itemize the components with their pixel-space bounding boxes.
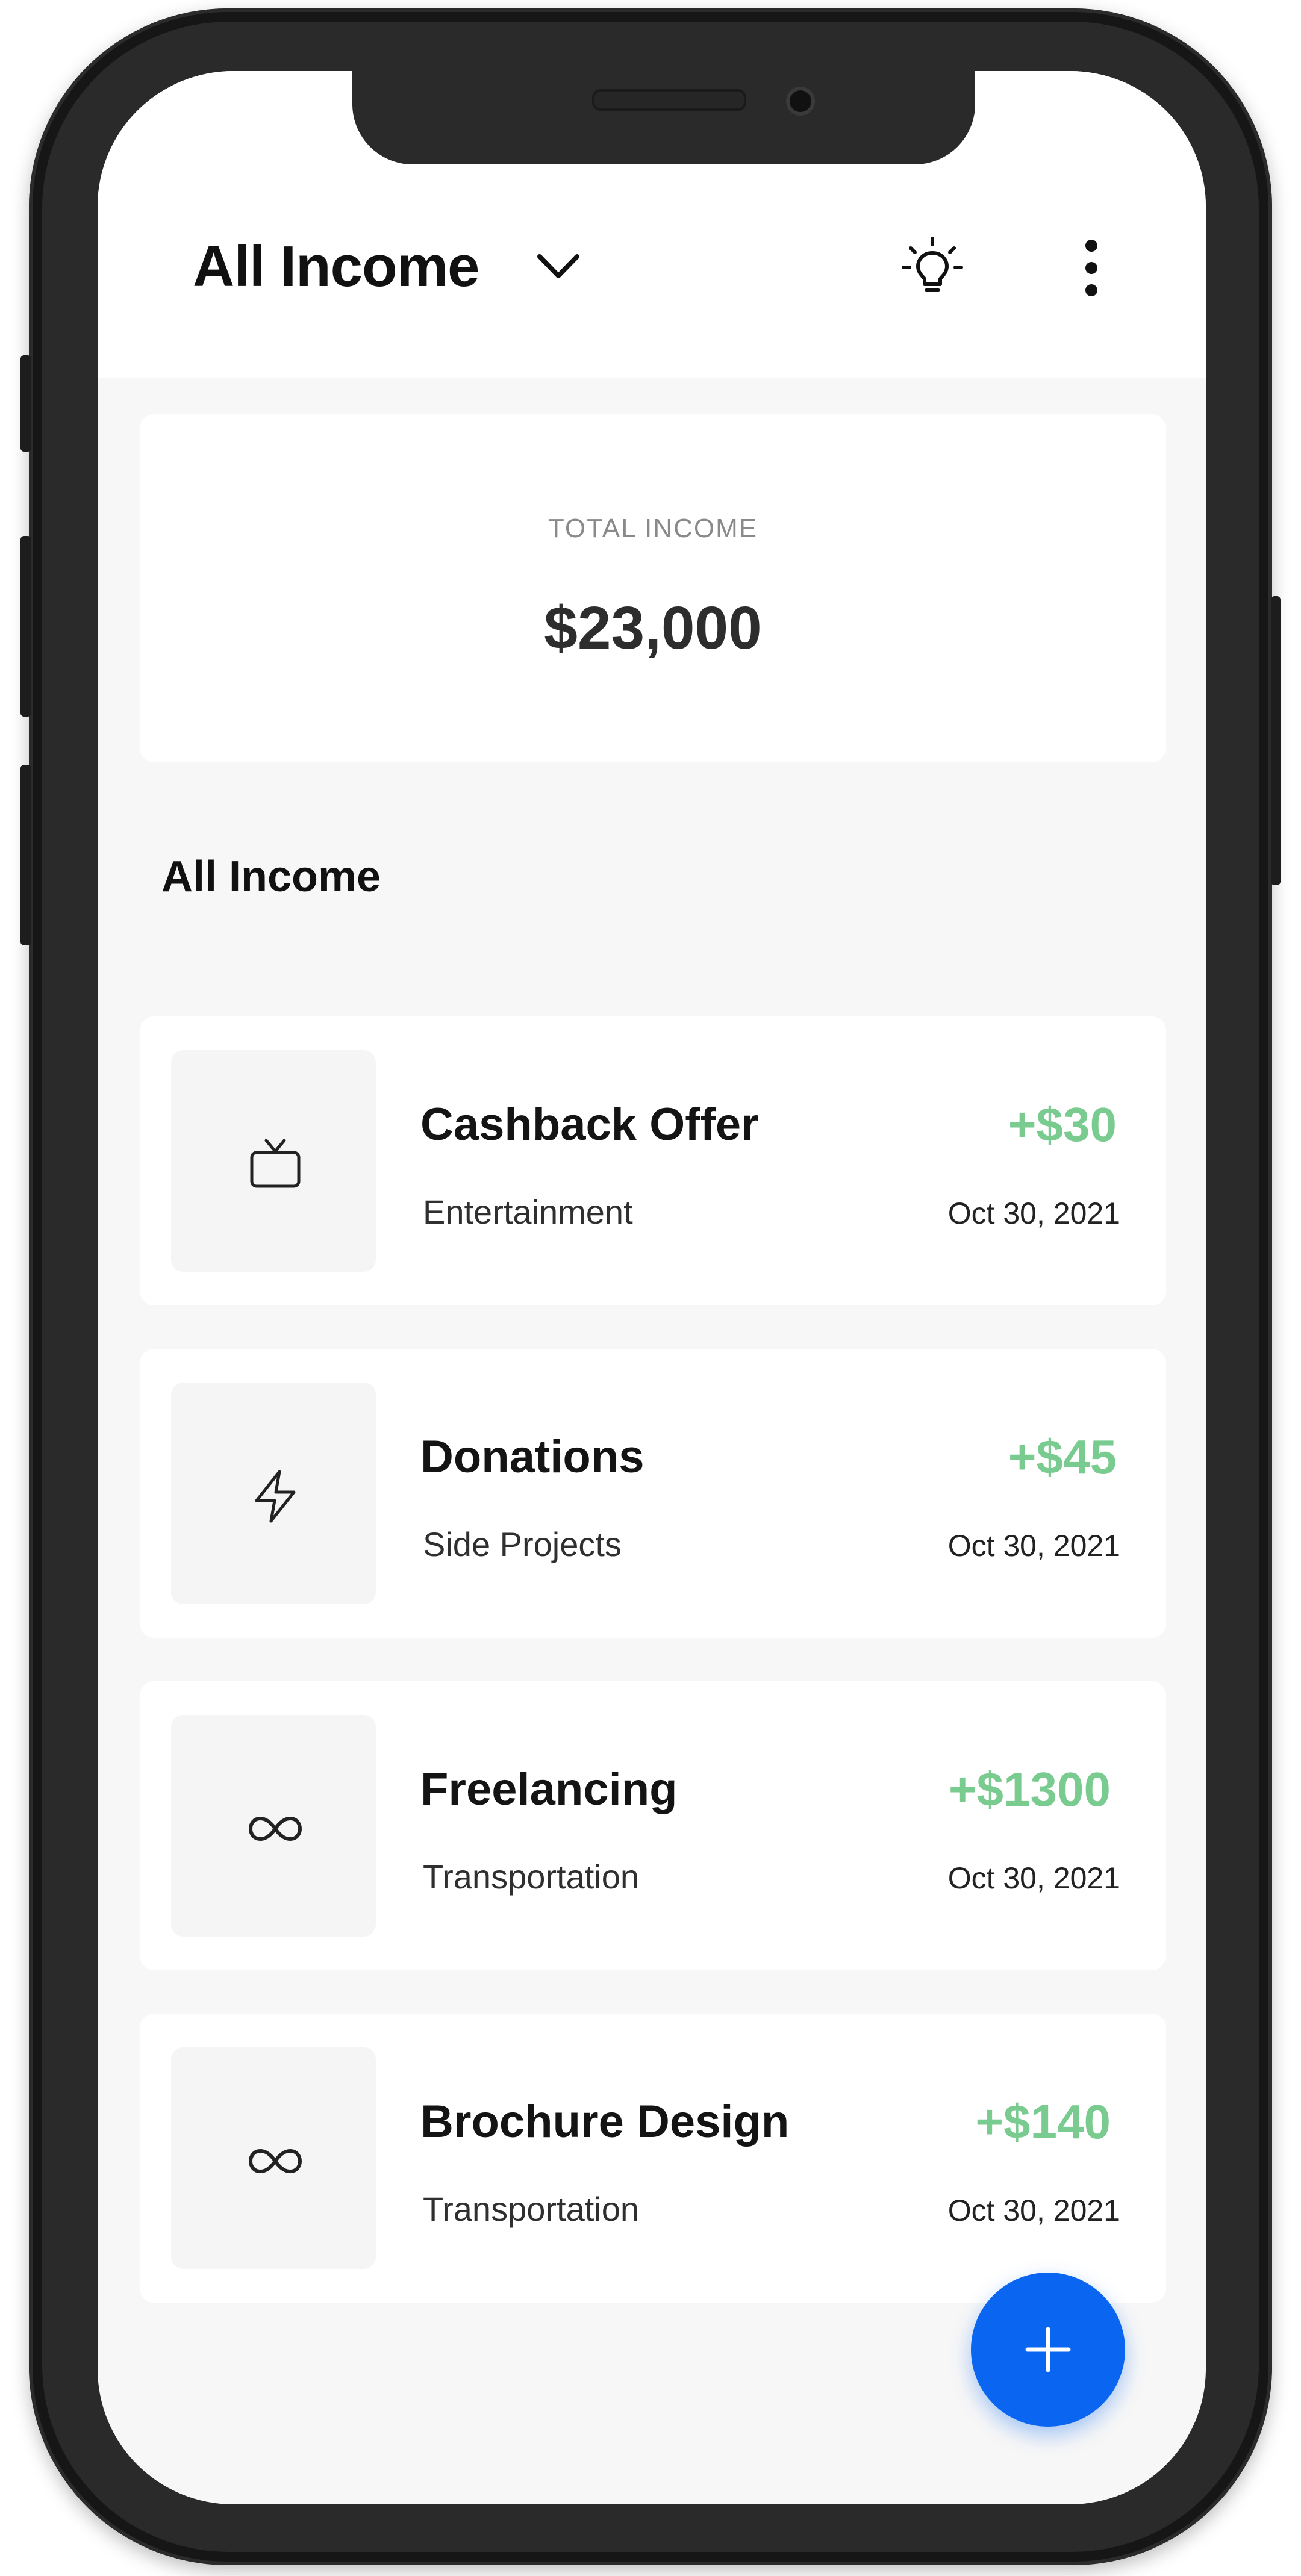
total-income-card: TOTAL INCOME $23,000 — [140, 414, 1166, 762]
income-item[interactable]: Freelancing Transportation +$1300 Oct 30… — [140, 1681, 1166, 1970]
category-icon-box — [171, 1383, 376, 1604]
income-category: Entertainment — [423, 1193, 633, 1231]
front-camera — [786, 87, 815, 116]
income-title: Donations — [420, 1431, 644, 1482]
total-income-value: $23,000 — [544, 594, 762, 662]
speaker-grille — [592, 89, 746, 111]
income-date: Oct 30, 2021 — [947, 1196, 1120, 1230]
phone-side-button — [20, 765, 31, 945]
chevron-down-icon[interactable] — [531, 246, 585, 288]
more-vertical-icon[interactable] — [1073, 235, 1109, 301]
app-screen: All Income TOTAL INCOME $23,000 All Inco… — [98, 71, 1206, 2504]
phone-side-button — [20, 536, 31, 717]
tv-icon — [250, 1139, 301, 1188]
income-amount: +$140 — [975, 2095, 1111, 2148]
infinity-icon — [248, 2148, 302, 2174]
phone-side-button — [1271, 596, 1281, 885]
page-title[interactable]: All Income — [193, 234, 479, 300]
income-item[interactable]: Cashback Offer Entertainment +$30 Oct 30… — [140, 1016, 1166, 1305]
income-category: Transportation — [423, 2190, 639, 2228]
income-title: Freelancing — [420, 1764, 678, 1815]
income-amount: +$30 — [1008, 1098, 1117, 1151]
lightning-icon — [255, 1470, 296, 1523]
add-income-button[interactable] — [971, 2273, 1125, 2427]
phone-notch — [352, 71, 975, 164]
category-icon-box — [171, 1715, 376, 1937]
income-title: Brochure Design — [420, 2096, 790, 2147]
section-title: All Income — [161, 853, 381, 901]
income-category: Side Projects — [423, 1525, 622, 1563]
income-date: Oct 30, 2021 — [947, 1529, 1120, 1563]
phone-side-button — [20, 355, 31, 452]
income-amount: +$1300 — [948, 1762, 1111, 1816]
lightbulb-icon[interactable] — [897, 232, 967, 302]
plus-icon — [1025, 2327, 1071, 2372]
category-icon-box — [171, 1050, 376, 1272]
category-icon-box — [171, 2047, 376, 2269]
income-amount: +$45 — [1008, 1430, 1117, 1484]
income-date: Oct 30, 2021 — [947, 1861, 1120, 1895]
income-title: Cashback Offer — [420, 1099, 759, 1150]
total-income-label: TOTAL INCOME — [548, 514, 758, 543]
income-item[interactable]: Donations Side Projects +$45 Oct 30, 202… — [140, 1349, 1166, 1638]
infinity-icon — [248, 1816, 302, 1841]
income-category: Transportation — [423, 1858, 639, 1896]
income-date: Oct 30, 2021 — [947, 2194, 1120, 2227]
income-item[interactable]: Brochure Design Transportation +$140 Oct… — [140, 2014, 1166, 2303]
